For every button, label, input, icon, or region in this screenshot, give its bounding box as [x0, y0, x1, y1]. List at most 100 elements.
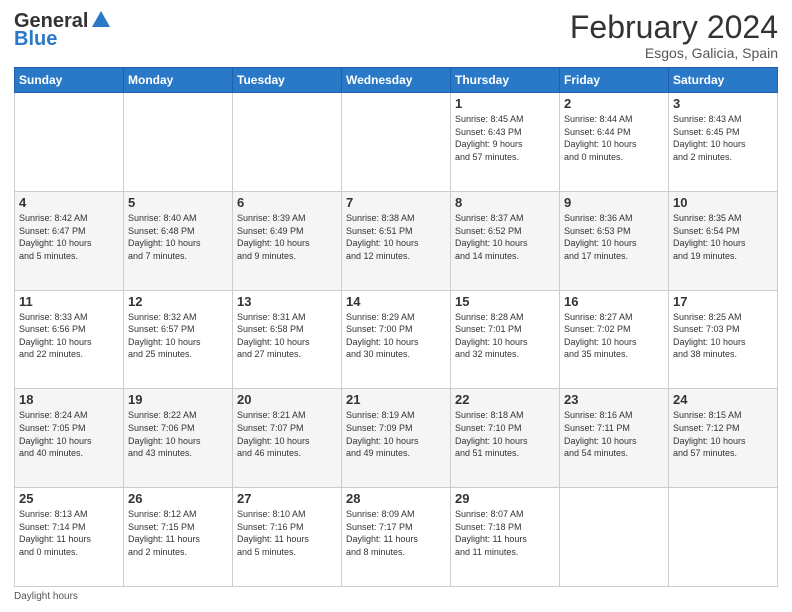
calendar-cell: 15Sunrise: 8:28 AM Sunset: 7:01 PM Dayli… — [451, 290, 560, 389]
calendar-cell: 25 Sunrise: 8:13 AM Sunset: 7:14 PM Dayli… — [15, 488, 124, 587]
calendar-cell — [669, 488, 778, 587]
calendar-cell: 29 Sunrise: 8:07 AM Sunset: 7:18 PM Dayli… — [451, 488, 560, 587]
calendar-cell: 28 Sunrise: 8:09 AM Sunset: 7:17 PM Dayli… — [342, 488, 451, 587]
day-number: 12 — [128, 294, 228, 309]
day-info: Sunrise: 8:38 AM Sunset: 6:51 PM Dayligh… — [346, 212, 446, 262]
day-info: Sunrise: 8:25 AM Sunset: 7:03 PM Dayligh… — [673, 311, 773, 361]
calendar-cell — [560, 488, 669, 587]
day-number: 29 — [455, 491, 555, 506]
day-info: Sunrise: 8:42 AM Sunset: 6:47 PM Dayligh… — [19, 212, 119, 262]
day-info: Sunrise: 8:44 AM Sunset: 6:44 PM Dayligh… — [564, 113, 664, 163]
day-number: 19 — [128, 392, 228, 407]
calendar-cell: 22 Sunrise: 8:18 AM Sunset: 7:10 PM Dayli… — [451, 389, 560, 488]
calendar-cell: 20 Sunrise: 8:21 AM Sunset: 7:07 PM Dayli… — [233, 389, 342, 488]
calendar-cell: 9 Sunrise: 8:36 AM Sunset: 6:53 PM Daylig… — [560, 191, 669, 290]
weekday-header-wednesday: Wednesday — [342, 68, 451, 93]
day-number: 3 — [673, 96, 773, 111]
calendar-cell: 7 Sunrise: 8:38 AM Sunset: 6:51 PM Daylig… — [342, 191, 451, 290]
page: General Blue February 2024 Esgos, Galici… — [0, 0, 792, 612]
weekday-header-tuesday: Tuesday — [233, 68, 342, 93]
calendar-cell: 21 Sunrise: 8:19 AM Sunset: 7:09 PM Dayli… — [342, 389, 451, 488]
location: Esgos, Galicia, Spain — [570, 45, 778, 61]
day-number: 18 — [19, 392, 119, 407]
day-info: Sunrise: 8:09 AM Sunset: 7:17 PM Dayligh… — [346, 508, 446, 558]
calendar-cell: 10 Sunrise: 8:35 AM Sunset: 6:54 PM Dayli… — [669, 191, 778, 290]
day-info: Sunrise: 8:32 AM Sunset: 6:57 PM Dayligh… — [128, 311, 228, 361]
day-info: Sunrise: 8:19 AM Sunset: 7:09 PM Dayligh… — [346, 409, 446, 459]
weekday-header-friday: Friday — [560, 68, 669, 93]
day-number: 21 — [346, 392, 446, 407]
calendar-cell: 27 Sunrise: 8:10 AM Sunset: 7:16 PM Dayli… — [233, 488, 342, 587]
calendar-cell: 23Sunrise: 8:16 AM Sunset: 7:11 PM Dayli… — [560, 389, 669, 488]
calendar-cell — [233, 93, 342, 192]
week-row-2: 4 Sunrise: 8:42 AM Sunset: 6:47 PM Daylig… — [15, 191, 778, 290]
calendar-cell: 5Sunrise: 8:40 AM Sunset: 6:48 PM Daylig… — [124, 191, 233, 290]
day-number: 22 — [455, 392, 555, 407]
calendar-cell: 26 Sunrise: 8:12 AM Sunset: 7:15 PM Dayli… — [124, 488, 233, 587]
calendar-cell: 11 Sunrise: 8:33 AM Sunset: 6:56 PM Dayli… — [15, 290, 124, 389]
day-info: Sunrise: 8:31 AM Sunset: 6:58 PM Dayligh… — [237, 311, 337, 361]
month-title: February 2024 — [570, 10, 778, 45]
calendar-cell: 16Sunrise: 8:27 AM Sunset: 7:02 PM Dayli… — [560, 290, 669, 389]
footer-note: Daylight hours — [14, 591, 778, 602]
day-info: Sunrise: 8:21 AM Sunset: 7:07 PM Dayligh… — [237, 409, 337, 459]
day-number: 25 — [19, 491, 119, 506]
weekday-header-row: SundayMondayTuesdayWednesdayThursdayFrid… — [15, 68, 778, 93]
day-info: Sunrise: 8:36 AM Sunset: 6:53 PM Dayligh… — [564, 212, 664, 262]
calendar-cell: 17 Sunrise: 8:25 AM Sunset: 7:03 PM Dayli… — [669, 290, 778, 389]
calendar-table: SundayMondayTuesdayWednesdayThursdayFrid… — [14, 67, 778, 587]
day-info: Sunrise: 8:43 AM Sunset: 6:45 PM Dayligh… — [673, 113, 773, 163]
calendar-cell — [124, 93, 233, 192]
day-info: Sunrise: 8:12 AM Sunset: 7:15 PM Dayligh… — [128, 508, 228, 558]
day-info: Sunrise: 8:37 AM Sunset: 6:52 PM Dayligh… — [455, 212, 555, 262]
day-info: Sunrise: 8:45 AM Sunset: 6:43 PM Dayligh… — [455, 113, 555, 163]
day-number: 2 — [564, 96, 664, 111]
weekday-header-monday: Monday — [124, 68, 233, 93]
day-number: 9 — [564, 195, 664, 210]
day-info: Sunrise: 8:18 AM Sunset: 7:10 PM Dayligh… — [455, 409, 555, 459]
weekday-header-thursday: Thursday — [451, 68, 560, 93]
day-number: 27 — [237, 491, 337, 506]
day-info: Sunrise: 8:15 AM Sunset: 7:12 PM Dayligh… — [673, 409, 773, 459]
day-info: Sunrise: 8:40 AM Sunset: 6:48 PM Dayligh… — [128, 212, 228, 262]
calendar-cell: 8 Sunrise: 8:37 AM Sunset: 6:52 PM Daylig… — [451, 191, 560, 290]
day-number: 11 — [19, 294, 119, 309]
day-info: Sunrise: 8:28 AM Sunset: 7:01 PM Dayligh… — [455, 311, 555, 361]
day-info: Sunrise: 8:39 AM Sunset: 6:49 PM Dayligh… — [237, 212, 337, 262]
day-number: 8 — [455, 195, 555, 210]
calendar-cell: 1 Sunrise: 8:45 AM Sunset: 6:43 PM Daylig… — [451, 93, 560, 192]
calendar-cell: 19 Sunrise: 8:22 AM Sunset: 7:06 PM Dayli… — [124, 389, 233, 488]
logo-blue: Blue — [14, 28, 112, 50]
day-info: Sunrise: 8:07 AM Sunset: 7:18 PM Dayligh… — [455, 508, 555, 558]
day-info: Sunrise: 8:16 AM Sunset: 7:11 PM Dayligh… — [564, 409, 664, 459]
day-number: 10 — [673, 195, 773, 210]
calendar-cell: 13Sunrise: 8:31 AM Sunset: 6:58 PM Dayli… — [233, 290, 342, 389]
day-info: Sunrise: 8:35 AM Sunset: 6:54 PM Dayligh… — [673, 212, 773, 262]
day-number: 1 — [455, 96, 555, 111]
calendar-cell: 12 Sunrise: 8:32 AM Sunset: 6:57 PM Dayli… — [124, 290, 233, 389]
week-row-3: 11 Sunrise: 8:33 AM Sunset: 6:56 PM Dayli… — [15, 290, 778, 389]
day-info: Sunrise: 8:33 AM Sunset: 6:56 PM Dayligh… — [19, 311, 119, 361]
calendar-cell: 14Sunrise: 8:29 AM Sunset: 7:00 PM Dayli… — [342, 290, 451, 389]
calendar-cell: 4 Sunrise: 8:42 AM Sunset: 6:47 PM Daylig… — [15, 191, 124, 290]
calendar-cell: 24Sunrise: 8:15 AM Sunset: 7:12 PM Dayli… — [669, 389, 778, 488]
title-block: February 2024 Esgos, Galicia, Spain — [570, 10, 778, 61]
calendar-cell: 6 Sunrise: 8:39 AM Sunset: 6:49 PM Daylig… — [233, 191, 342, 290]
calendar-cell: 18 Sunrise: 8:24 AM Sunset: 7:05 PM Dayli… — [15, 389, 124, 488]
day-info: Sunrise: 8:27 AM Sunset: 7:02 PM Dayligh… — [564, 311, 664, 361]
day-number: 20 — [237, 392, 337, 407]
logo: General Blue — [14, 10, 112, 50]
day-info: Sunrise: 8:13 AM Sunset: 7:14 PM Dayligh… — [19, 508, 119, 558]
day-number: 6 — [237, 195, 337, 210]
header: General Blue February 2024 Esgos, Galici… — [14, 10, 778, 61]
day-number: 26 — [128, 491, 228, 506]
week-row-5: 25 Sunrise: 8:13 AM Sunset: 7:14 PM Dayli… — [15, 488, 778, 587]
day-info: Sunrise: 8:10 AM Sunset: 7:16 PM Dayligh… — [237, 508, 337, 558]
day-number: 28 — [346, 491, 446, 506]
day-info: Sunrise: 8:22 AM Sunset: 7:06 PM Dayligh… — [128, 409, 228, 459]
day-number: 17 — [673, 294, 773, 309]
week-row-4: 18 Sunrise: 8:24 AM Sunset: 7:05 PM Dayli… — [15, 389, 778, 488]
day-number: 7 — [346, 195, 446, 210]
day-info: Sunrise: 8:24 AM Sunset: 7:05 PM Dayligh… — [19, 409, 119, 459]
day-number: 4 — [19, 195, 119, 210]
